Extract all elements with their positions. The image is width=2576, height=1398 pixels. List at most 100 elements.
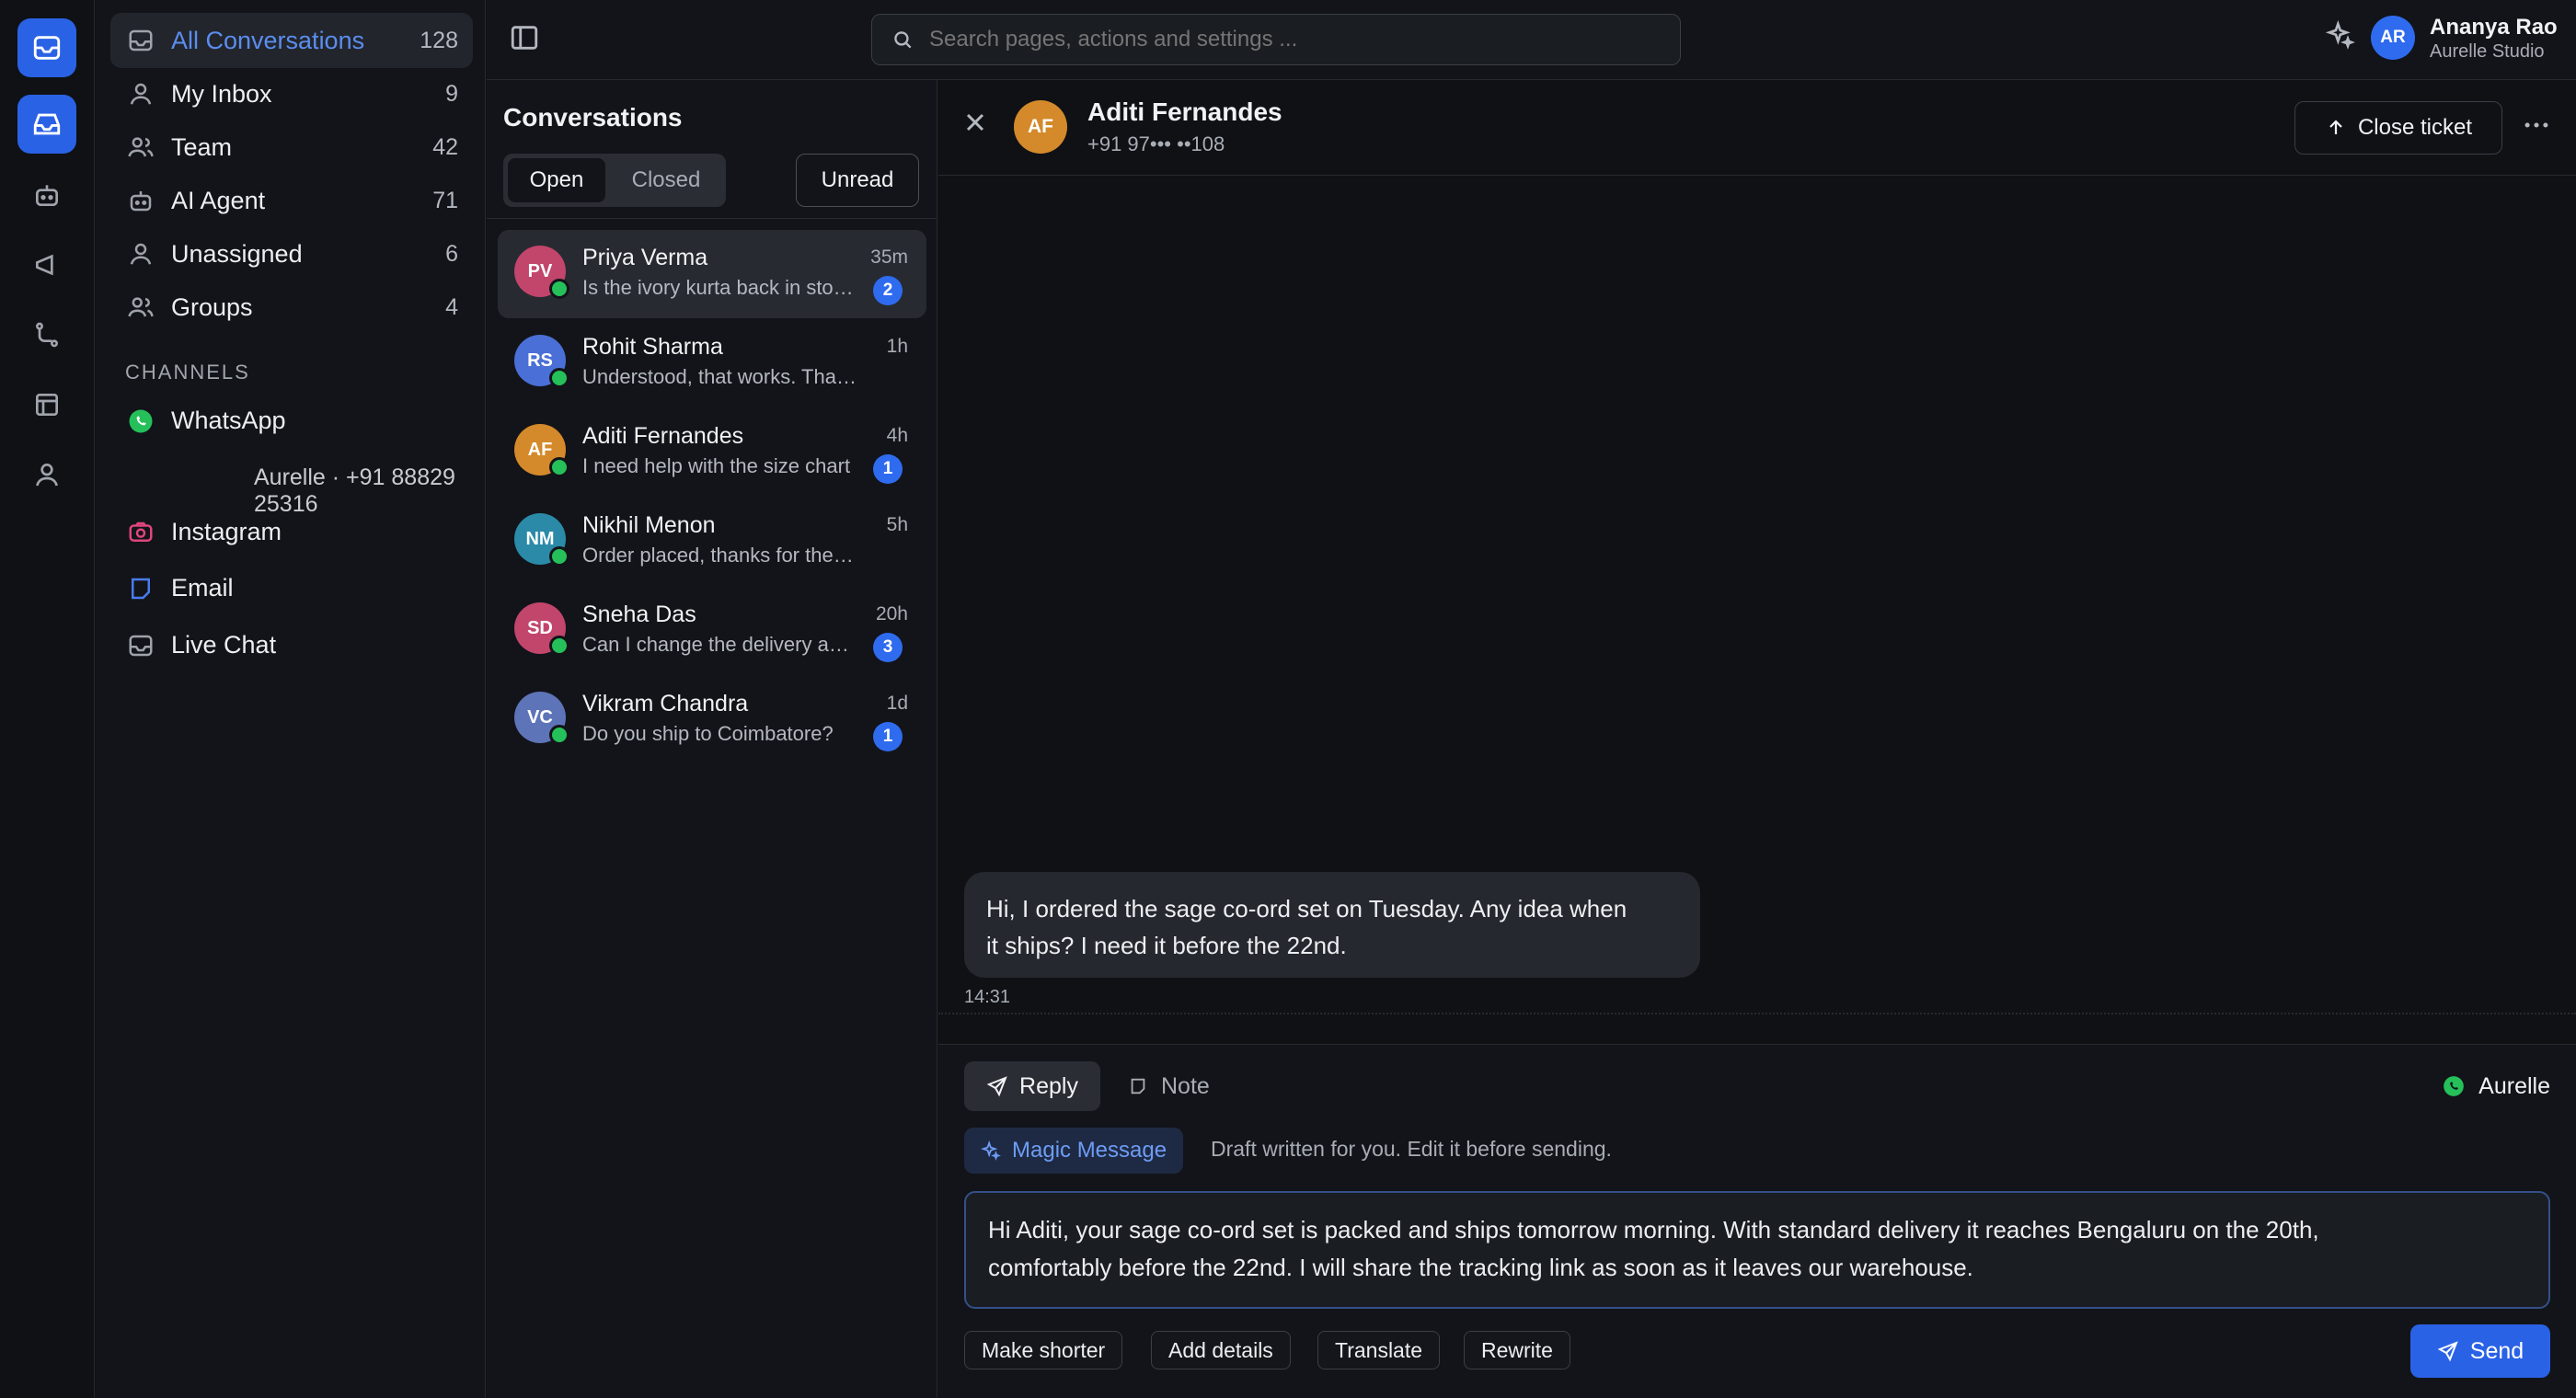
unread-filter-button[interactable]: Unread (796, 154, 919, 207)
contact-name: Aditi Fernandes (1087, 97, 1282, 126)
sidebar-item-label: My Inbox (171, 79, 272, 108)
conversation-row[interactable]: PV Priya Verma 35m Is the ivory kurta back … (498, 230, 926, 318)
conversation-name: Rohit Sharma (582, 334, 723, 360)
conversation-row[interactable]: SD Sneha Das 20h Can I change the delivery … (498, 587, 926, 675)
unread-badge: 2 (873, 276, 903, 305)
channel-label: WhatsApp (171, 407, 286, 434)
tab-open[interactable]: Open (508, 158, 605, 202)
draft-text-line: comfortably before the 22nd. I will shar… (988, 1254, 1973, 1281)
sparkle-icon[interactable] (2326, 20, 2355, 50)
send-button[interactable]: Send (2410, 1324, 2550, 1378)
conversation-row[interactable]: RS Rohit Sharma 1h Understood, that works. … (498, 319, 926, 407)
whatsapp-icon (549, 457, 569, 477)
whatsapp-number[interactable]: Aurelle · +91 88829 25316 (254, 464, 485, 518)
channel-label: Instagram (171, 518, 282, 545)
sidebar-item-count: 128 (420, 27, 458, 53)
sidebar-item-all-conversations[interactable]: All Conversations 128 (110, 13, 473, 68)
megaphone-icon[interactable] (17, 235, 76, 294)
search-icon (894, 31, 912, 49)
whatsapp-icon (549, 368, 569, 388)
contact-avatar: AF (1014, 100, 1067, 154)
user-icon[interactable] (17, 445, 76, 504)
unread-badge: 1 (873, 722, 903, 751)
sidebar: All Conversations 128 My Inbox 9 Team 42… (96, 0, 486, 1398)
bot-icon[interactable] (17, 166, 76, 224)
channel-selector[interactable]: Aurelle (2442, 1061, 2550, 1111)
make-shorter-button[interactable]: Make shorter (964, 1331, 1123, 1369)
conversation-row[interactable]: NM Nikhil Menon 5h Order placed, thanks for… (498, 498, 926, 586)
user-org: Aurelle Studio (2430, 41, 2545, 62)
message-timestamp: 14:31 (964, 987, 1011, 1007)
conversation-preview: Do you ship to Coimbatore? (582, 722, 834, 745)
whatsapp-icon (549, 546, 569, 567)
inbox-icon (129, 29, 153, 52)
channel-email[interactable]: Email (127, 574, 234, 602)
conversation-time: 35m (870, 246, 908, 268)
add-details-button[interactable]: Add details (1151, 1331, 1291, 1369)
conversation-row[interactable]: AF Aditi Fernandes 4h I need help with the … (498, 408, 926, 497)
rewrite-button[interactable]: Rewrite (1464, 1331, 1570, 1369)
sidebar-item-count: 9 (445, 80, 458, 107)
translate-button[interactable]: Translate (1317, 1331, 1441, 1369)
inbox-icon (129, 635, 153, 656)
magic-message-badge[interactable]: Magic Message (964, 1128, 1184, 1174)
workflow-icon[interactable] (17, 305, 76, 364)
tab-reply[interactable]: Reply (964, 1061, 1100, 1111)
send-icon (2437, 1341, 2458, 1362)
sidebar-item-label: Team (171, 132, 233, 161)
note-icon (1131, 1078, 1145, 1094)
inbox-icon[interactable] (17, 18, 76, 77)
channel-label: Live Chat (171, 631, 277, 659)
sidebar-item-my-inbox[interactable]: My Inbox 9 (110, 66, 473, 121)
conversation-time: 5h (886, 514, 908, 535)
arrow-up-icon (2329, 120, 2342, 134)
message-text-line: it ships? I need it before the 22nd. (986, 932, 1347, 959)
whatsapp-icon (2444, 1076, 2465, 1096)
sidebar-item-label: All Conversations (171, 26, 365, 54)
conversation-row[interactable]: VC Vikram Chandra 1d Do you ship to Coimbat… (498, 676, 926, 764)
conversation-preview: Can I change the delivery address? (582, 633, 858, 656)
channel-label: Email (171, 574, 234, 602)
conversations-title: Conversations (503, 103, 683, 132)
send-icon (986, 1076, 1007, 1097)
channel-instagram[interactable]: Instagram (127, 518, 282, 546)
sidebar-item-groups[interactable]: Groups 4 (110, 280, 473, 335)
close-ticket-label: Close ticket (2357, 115, 2473, 140)
channel-live-chat[interactable]: Live Chat (127, 631, 276, 659)
sidebar-toggle-icon[interactable] (509, 22, 540, 53)
magic-hint: Draft written for you. Edit it before se… (1211, 1137, 1612, 1161)
unread-badge: 1 (873, 454, 903, 484)
conversation-preview: Order placed, thanks for the help (582, 544, 858, 567)
more-icon[interactable] (2521, 109, 2552, 141)
tab-closed[interactable]: Closed (614, 158, 719, 202)
reply-textarea[interactable]: Hi Aditi, your sage co-ord set is packed… (964, 1191, 2550, 1309)
chat-icon[interactable] (17, 95, 76, 154)
whatsapp-icon (549, 725, 569, 745)
sidebar-item-unassigned[interactable]: Unassigned 6 (110, 226, 473, 281)
bot-icon (130, 191, 152, 212)
search-bar[interactable] (871, 14, 1681, 65)
conversation-time: 1d (886, 693, 908, 714)
top-bar: AR Ananya Rao Aurelle Studio (487, 0, 2576, 80)
message-bubble: Hi, I ordered the sage co-ord set on Tue… (964, 872, 1700, 978)
conversation-name: Priya Verma (582, 245, 708, 270)
close-ticket-button[interactable]: Close ticket (2294, 101, 2502, 155)
dotted-divider (938, 1013, 2576, 1014)
conversation-preview: Understood, that works. Thanks! (582, 365, 858, 388)
whatsapp-icon (549, 279, 569, 299)
sidebar-item-ai-agent[interactable]: AI Agent 71 (110, 173, 473, 228)
search-input[interactable] (929, 27, 1647, 52)
channels-heading: CHANNELS (125, 361, 250, 384)
channel-whatsapp[interactable]: WhatsApp (127, 407, 286, 435)
sidebar-item-label: AI Agent (171, 186, 266, 214)
avatar[interactable]: AR (2371, 16, 2415, 60)
note-tab-label: Note (1161, 1072, 1210, 1099)
close-icon[interactable] (960, 108, 990, 137)
layout-icon[interactable] (17, 375, 76, 434)
whatsapp-icon (129, 409, 153, 432)
conversation-name: Nikhil Menon (582, 512, 716, 538)
tab-note[interactable]: Note (1128, 1061, 1210, 1111)
sidebar-item-count: 4 (445, 293, 458, 320)
conversation-time: 1h (886, 336, 908, 357)
sidebar-item-team[interactable]: Team 42 (110, 120, 473, 175)
